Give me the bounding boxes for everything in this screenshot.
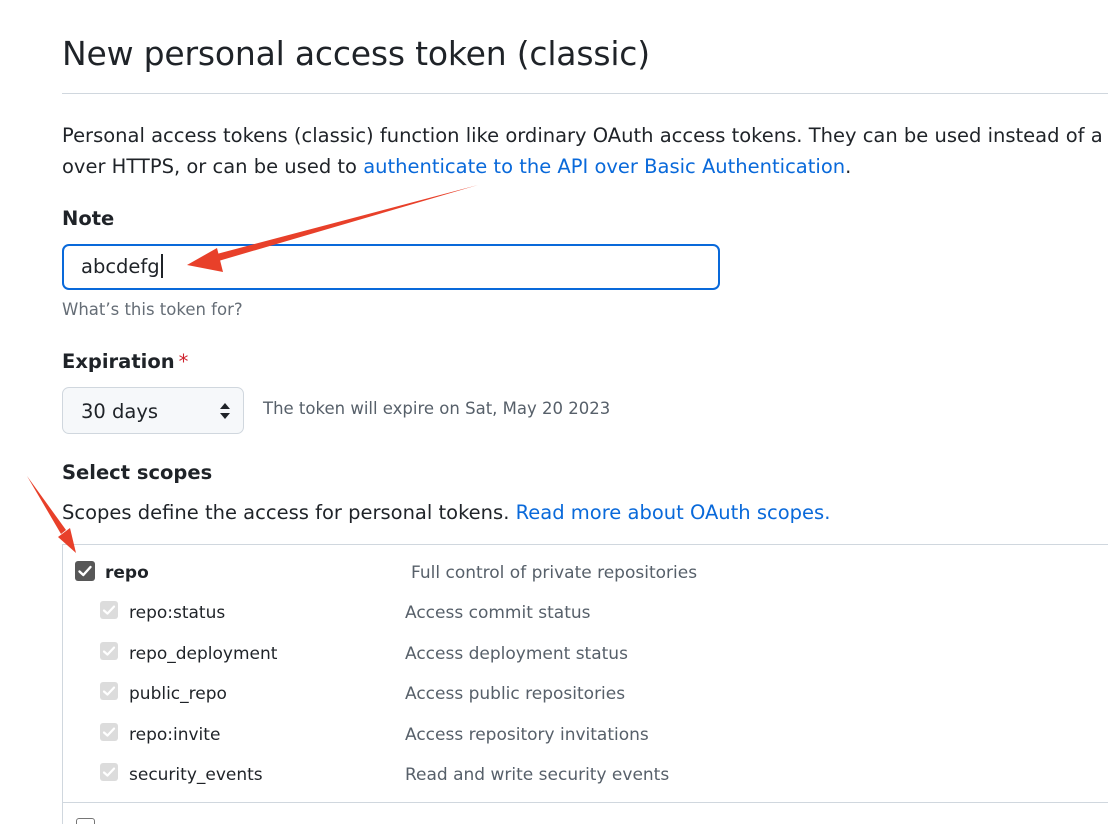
intro-text-end: . xyxy=(845,155,852,178)
scope-desc-repo-status: Access commit status xyxy=(405,603,591,623)
intro-text-line1: Personal access tokens (classic) functio… xyxy=(62,124,1108,147)
scope-desc-repo-invite: Access repository invitations xyxy=(405,725,649,745)
repo-deployment-checkbox[interactable] xyxy=(100,642,118,660)
scopes-description: Scopes define the access for personal to… xyxy=(62,501,830,524)
scope-desc-repo-deployment: Access deployment status xyxy=(405,644,628,664)
repo-status-checkbox[interactable] xyxy=(100,601,118,619)
note-input-value: abcdefg xyxy=(81,255,160,278)
scope-name-repo-deployment: repo_deployment xyxy=(129,644,278,664)
scope-name-repo-status: repo:status xyxy=(129,603,226,623)
scope-desc-repo: Full control of private repositories xyxy=(411,563,698,583)
page-title: New personal access token (classic) xyxy=(62,34,650,73)
checkmark-icon xyxy=(102,767,116,777)
public-repo-checkbox[interactable] xyxy=(100,682,118,700)
checkmark-icon xyxy=(102,605,116,615)
scopes-label: Select scopes xyxy=(62,461,213,484)
note-hint: What’s this token for? xyxy=(62,300,243,319)
expiration-label: Expiration * xyxy=(62,350,188,373)
checkmark-icon xyxy=(78,565,92,577)
text-caret xyxy=(160,254,163,278)
scopes-description-text: Scopes define the access for personal to… xyxy=(62,501,516,524)
next-scope-checkbox[interactable] xyxy=(76,818,95,824)
scope-name-public-repo: public_repo xyxy=(129,684,227,704)
expiration-label-text: Expiration xyxy=(62,350,175,373)
intro-text-line2: over HTTPS, or can be used to xyxy=(62,155,364,178)
basic-auth-link[interactable]: authenticate to the API over Basic Authe… xyxy=(363,155,845,178)
expiration-info: The token will expire on Sat, May 20 202… xyxy=(263,399,611,418)
title-divider xyxy=(62,93,1108,94)
note-label: Note xyxy=(62,207,115,230)
new-token-page: New personal access token (classic) Pers… xyxy=(0,0,1108,824)
oauth-scopes-link[interactable]: Read more about OAuth scopes. xyxy=(516,501,831,524)
checkmark-icon xyxy=(102,686,116,696)
note-input[interactable]: abcdefg xyxy=(62,244,720,290)
scope-name-security-events: security_events xyxy=(129,765,263,785)
required-mark: * xyxy=(178,350,189,373)
checkmark-icon xyxy=(102,727,116,737)
repo-invite-checkbox[interactable] xyxy=(100,723,118,741)
expiration-select[interactable]: 30 days xyxy=(62,387,244,434)
checkmark-icon xyxy=(102,646,116,656)
scope-group-divider xyxy=(62,802,1108,803)
select-updown-icon xyxy=(220,403,230,419)
intro-paragraph: Personal access tokens (classic) functio… xyxy=(62,120,1108,182)
scope-name-repo-invite: repo:invite xyxy=(129,725,221,745)
scope-desc-security-events: Read and write security events xyxy=(405,765,670,785)
scope-name-repo: repo xyxy=(105,563,149,583)
expiration-selected-value: 30 days xyxy=(81,400,159,423)
security-events-checkbox[interactable] xyxy=(100,763,118,781)
repo-checkbox[interactable] xyxy=(75,561,95,581)
scope-desc-public-repo: Access public repositories xyxy=(405,684,626,704)
